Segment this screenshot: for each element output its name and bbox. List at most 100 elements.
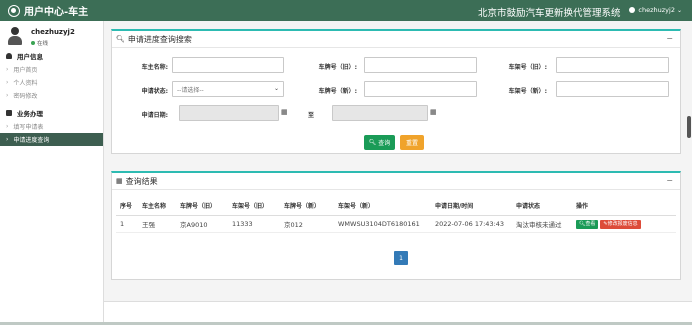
user-icon xyxy=(629,7,636,13)
column-header: 车架号（新） xyxy=(334,197,431,216)
frame-old-label: 车架号（旧）: xyxy=(508,64,547,71)
owner-name-input[interactable] xyxy=(172,57,284,73)
date-to-label: 至 xyxy=(308,112,315,119)
calendar-icon[interactable]: ▦ xyxy=(430,108,437,116)
chevron-right-icon: › xyxy=(6,66,9,73)
calendar-icon[interactable]: ▦ xyxy=(281,108,288,116)
cell-index: 1 xyxy=(116,215,138,233)
cell-actions: 🔍︎查看 ✎修改报废信息 xyxy=(572,215,676,233)
status-select-value: --请选择-- xyxy=(177,86,204,94)
menu-section-user-info[interactable]: 用户信息 xyxy=(0,49,103,63)
reset-button-label: 重置 xyxy=(405,140,418,147)
sidebar-item-label: 填写申请表 xyxy=(13,124,44,131)
frame-new-input[interactable] xyxy=(556,81,669,97)
search-icon: 🔍︎ xyxy=(116,35,125,43)
status-label: 申请状态: xyxy=(141,88,168,95)
sidebar-item-label: 密码修改 xyxy=(13,93,38,100)
brand-title: 用户中心-车主 xyxy=(24,7,89,18)
sidebar-item-progress-query[interactable]: › 申请进度查询 xyxy=(0,133,103,146)
cell-owner: 王强 xyxy=(138,215,176,233)
column-header: 申请日期/时间 xyxy=(431,197,512,216)
avatar xyxy=(6,27,24,45)
sidebar-item-password[interactable]: › 密码修改 xyxy=(0,89,103,102)
cell-plate-old: 京A9010 xyxy=(176,215,228,233)
sidebar-username: chezhuzyj2 xyxy=(31,28,75,36)
results-table: 序号 车主名称 车牌号（旧） 车架号（旧） 车牌号（新） 车架号（新） 申请日期… xyxy=(116,197,676,233)
cell-status: 淘汰审核未通过 xyxy=(512,215,572,233)
view-button[interactable]: 🔍︎查看 xyxy=(576,219,599,229)
query-button-label: 查询 xyxy=(378,140,391,147)
table-header-row: 序号 车主名称 车牌号（旧） 车架号（旧） 车牌号（新） 车架号（新） 申请日期… xyxy=(116,197,676,216)
chevron-right-icon: › xyxy=(6,79,9,86)
user-menu-name: chezhuzyj2 xyxy=(638,6,675,14)
sidebar-item-label: 申请进度查询 xyxy=(13,137,50,144)
table-icon: ▦ xyxy=(116,177,123,185)
sidebar-item-label: 个人资料 xyxy=(13,80,38,87)
logo-icon xyxy=(8,4,20,17)
sidebar-item-user-home[interactable]: › 用户首页 xyxy=(0,63,103,76)
frame-new-label: 车架号（新）: xyxy=(508,88,547,95)
date-label: 申请日期: xyxy=(141,112,168,119)
chevron-right-icon: › xyxy=(6,92,9,99)
briefcase-icon xyxy=(6,110,12,116)
search-icon: 🔍︎ xyxy=(368,139,377,146)
results-panel-title: 查询结果 xyxy=(125,176,158,186)
user-panel: chezhuzyj2 在线 xyxy=(0,21,103,49)
collapse-icon[interactable]: − xyxy=(666,34,673,43)
frame-old-input[interactable] xyxy=(556,57,669,73)
sidebar-item-fill-application[interactable]: › 填写申请表 xyxy=(0,120,103,133)
owner-name-label: 车主名称: xyxy=(141,64,168,71)
user-menu[interactable]: chezhuzyj2 ⌄ xyxy=(629,6,682,14)
plate-new-label: 车牌号（新）: xyxy=(318,88,357,95)
top-navbar: 用户中心-车主 北京市鼓励汽车更新换代管理系统 chezhuzyj2 ⌄ xyxy=(0,0,692,21)
system-title: 北京市鼓励汽车更新换代管理系统 xyxy=(478,8,621,19)
date-start-input[interactable] xyxy=(179,105,279,121)
sidebar: chezhuzyj2 在线 用户信息 › 用户首页 › 个人资料 › 密码修改 … xyxy=(0,21,104,325)
search-panel-title: 申请进度查询搜索 xyxy=(127,34,192,44)
column-header: 车牌号（新） xyxy=(280,197,334,216)
plate-new-input[interactable] xyxy=(364,81,477,97)
main-content: 🔍︎ 申请进度查询搜索 − 车主名称: 车牌号（旧）: 车架号（旧）: 申请状态… xyxy=(104,21,692,325)
brand[interactable]: 用户中心-车主 xyxy=(0,0,104,21)
reset-button[interactable]: 重置 xyxy=(400,135,424,150)
pagination-page-1[interactable]: 1 xyxy=(394,251,408,265)
menu-section-label: 用户信息 xyxy=(17,53,43,61)
view-button-label: 查看 xyxy=(585,220,596,227)
column-header: 序号 xyxy=(116,197,138,216)
column-header: 车牌号（旧） xyxy=(176,197,228,216)
chevron-right-icon: › xyxy=(6,123,9,130)
column-header: 申请状态 xyxy=(512,197,572,216)
plate-old-input[interactable] xyxy=(364,57,477,73)
scrollbar[interactable] xyxy=(687,116,691,138)
cell-datetime: 2022-07-06 17:43:43 xyxy=(431,215,512,233)
online-status-text: 在线 xyxy=(37,41,49,47)
table-row: 1 王强 京A9010 11333 京012 WMWSU3104DT618016… xyxy=(116,215,676,233)
plate-old-label: 车牌号（旧）: xyxy=(318,64,357,71)
online-status: 在线 xyxy=(31,39,48,47)
cell-plate-new: 京012 xyxy=(280,215,334,233)
column-header: 操作 xyxy=(572,197,676,216)
edit-scrap-button[interactable]: ✎修改报废信息 xyxy=(600,219,641,229)
results-panel: ▦ 查询结果 − 序号 车主名称 车牌号（旧） 车架号（旧） 车牌号（新） 车架… xyxy=(111,171,681,280)
chevron-right-icon: › xyxy=(6,136,9,143)
sidebar-item-profile[interactable]: › 个人资料 xyxy=(0,76,103,89)
online-dot-icon xyxy=(31,41,35,45)
cell-frame-new: WMWSU3104DT6180161 xyxy=(334,215,431,233)
chevron-down-icon: ⌄ xyxy=(676,6,682,14)
date-end-input[interactable] xyxy=(332,105,428,121)
column-header: 车架号（旧） xyxy=(228,197,280,216)
column-header: 车主名称 xyxy=(138,197,176,216)
cell-frame-old: 11333 xyxy=(228,215,280,233)
menu-section-label: 业务办理 xyxy=(17,110,43,118)
sidebar-item-label: 用户首页 xyxy=(13,67,38,74)
query-button[interactable]: 🔍︎ 查询 xyxy=(364,135,395,150)
person-icon xyxy=(6,53,12,59)
status-select[interactable]: --请选择-- ⌄ xyxy=(172,81,284,97)
search-panel: 🔍︎ 申请进度查询搜索 − 车主名称: 车牌号（旧）: 车架号（旧）: 申请状态… xyxy=(111,29,681,154)
chevron-down-icon: ⌄ xyxy=(273,85,279,92)
search-panel-header: 🔍︎ 申请进度查询搜索 − xyxy=(112,31,680,48)
edit-scrap-button-label: 修改报废信息 xyxy=(607,220,638,227)
collapse-icon[interactable]: − xyxy=(666,176,673,185)
results-panel-header: ▦ 查询结果 − xyxy=(112,173,680,190)
menu-section-business[interactable]: 业务办理 xyxy=(0,106,103,120)
